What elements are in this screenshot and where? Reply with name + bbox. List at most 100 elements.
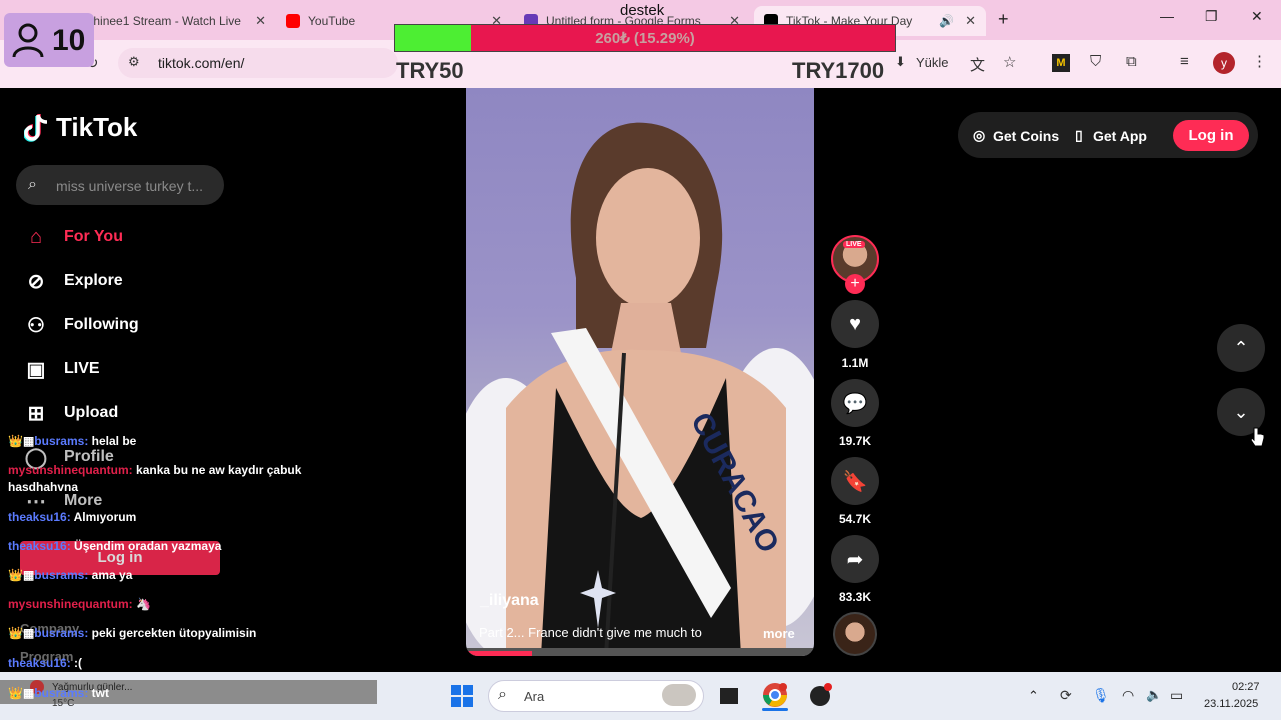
site-info-icon[interactable]: ⚙	[128, 54, 140, 70]
goal-max-label: TRY1700	[792, 58, 885, 83]
new-tab-button[interactable]: +	[998, 9, 1009, 30]
media-queue-icon[interactable]: ≡	[1180, 53, 1189, 70]
chat-text: Almıyorum	[70, 510, 137, 524]
chat-username: busrams:	[34, 626, 89, 640]
bookmark-icon: 🔖	[842, 470, 868, 493]
translate-icon[interactable]: 文	[970, 54, 985, 75]
chevron-up-icon: ⌃	[1233, 337, 1249, 358]
chat-text: twt	[88, 686, 109, 700]
comment-button[interactable]: 💬	[831, 379, 879, 427]
badge-icon: ▦	[22, 626, 35, 640]
taskbar-time[interactable]: 02:27	[1232, 681, 1260, 693]
chat-message: mysunshinequantum: 🦄	[8, 596, 151, 613]
maximize-button[interactable]: ❐	[1205, 8, 1218, 25]
puzzle-extensions-icon[interactable]: ⧉	[1126, 53, 1137, 70]
volume-icon[interactable]: 🔈	[1146, 687, 1162, 703]
live-badge: LIVE	[843, 241, 865, 248]
close-tab-icon[interactable]: ✕	[965, 13, 976, 29]
search-highlight-icon	[662, 684, 696, 706]
tiktok-logo-text: TikTok	[56, 112, 138, 142]
badge-icon: ▦	[22, 686, 35, 700]
save-button[interactable]: 🔖	[831, 457, 879, 505]
chat-text: :(	[70, 656, 83, 670]
tray-overflow-icon[interactable]: ⌃	[1028, 688, 1039, 704]
nav-label: Explore	[64, 272, 123, 289]
search-icon: ⌕	[28, 176, 37, 193]
get-coins-button[interactable]: Get Coins	[993, 128, 1059, 144]
mouse-cursor-icon	[1250, 427, 1265, 447]
chat-username: theaksu16:	[8, 656, 71, 670]
comment-count: 19.7K	[838, 434, 872, 448]
nav-label: Upload	[64, 404, 119, 421]
video-author[interactable]: _iliyana	[480, 592, 539, 610]
music-disc-avatar[interactable]	[833, 612, 877, 656]
menu-kebab-icon[interactable]: ⋮	[1252, 52, 1267, 70]
extension-m-icon[interactable]: M	[1052, 54, 1070, 72]
chevron-down-icon: ⌄	[1233, 401, 1249, 422]
chat-message: theaksu16: :(	[8, 655, 82, 672]
close-tab-icon[interactable]: ✕	[255, 13, 266, 29]
nav-label: For You	[64, 228, 123, 245]
tiktok-logo[interactable]: TikTok	[24, 112, 137, 143]
nav-label: LIVE	[64, 360, 100, 377]
app-taskbar-icon[interactable]	[808, 682, 834, 708]
share-arrow-icon: ➦	[846, 548, 864, 571]
chat-username: busrams:	[34, 434, 89, 448]
nav-live[interactable]: ▣ LIVE	[22, 354, 100, 384]
follow-plus-button[interactable]: +	[845, 274, 865, 294]
install-icon[interactable]: ⬇	[895, 54, 906, 70]
chat-username: mysunshinequantum:	[8, 463, 133, 477]
chat-message: 👑▦busrams: ama ya	[8, 567, 132, 584]
minimize-button[interactable]: —	[1160, 8, 1174, 24]
nav-explore[interactable]: ⊘ Explore	[22, 266, 123, 296]
goal-min-label: TRY50	[396, 58, 464, 83]
goal-progress-text: 260₺ (15.29%)	[595, 30, 695, 47]
caption-more-link[interactable]: more	[763, 626, 795, 641]
share-button[interactable]: ➦	[831, 535, 879, 583]
like-button[interactable]: ♥	[831, 300, 879, 348]
coin-icon: ◎	[973, 127, 986, 143]
tab-title: YouTube	[308, 14, 356, 28]
active-app-indicator	[762, 708, 788, 711]
chat-text: 🦄	[132, 597, 151, 611]
file-explorer-icon[interactable]	[720, 688, 738, 704]
speaker-icon[interactable]: 🔊	[939, 14, 954, 28]
chat-username: theaksu16:	[8, 510, 71, 524]
get-app-button[interactable]: Get App	[1093, 128, 1147, 144]
shield-extension-icon[interactable]: ⛉	[1090, 53, 1101, 70]
chrome-taskbar-icon[interactable]	[762, 682, 788, 708]
bookmark-star-icon[interactable]: ☆	[1003, 53, 1016, 71]
compass-icon: ⊘	[27, 270, 45, 293]
person-icon: ⚇	[27, 314, 45, 337]
nav-following[interactable]: ⚇ Following	[22, 310, 139, 340]
phone-icon: ▯	[1075, 127, 1083, 143]
sync-icon[interactable]: ⟳	[1060, 687, 1072, 704]
search-icon: ⌕	[498, 686, 507, 703]
microphone-icon[interactable]: 🎙	[1092, 687, 1110, 704]
video-progress-bar[interactable]	[466, 651, 532, 656]
chat-username: mysunshinequantum:	[8, 597, 133, 611]
chat-username: busrams:	[34, 686, 89, 700]
chat-text: helal be	[88, 434, 137, 448]
url-text[interactable]: tiktok.com/en/	[158, 55, 244, 71]
close-window-button[interactable]: ✕	[1251, 8, 1263, 25]
heart-icon: ♥	[849, 312, 861, 335]
login-button[interactable]: Log in	[1173, 120, 1249, 151]
person-icon	[12, 23, 44, 58]
battery-icon[interactable]: ▭	[1170, 687, 1183, 704]
video-player[interactable]: CURACAO	[466, 88, 814, 656]
chat-message: theaksu16: Almıyorum	[8, 509, 136, 526]
previous-video-button[interactable]: ⌃	[1217, 324, 1265, 372]
wifi-icon[interactable]: ◠	[1122, 687, 1134, 704]
profile-avatar[interactable]: y	[1213, 52, 1235, 74]
taskbar-date[interactable]: 23.11.2025	[1204, 698, 1258, 710]
save-count: 54.7K	[838, 512, 872, 526]
nav-upload[interactable]: ⊞ Upload	[22, 398, 119, 428]
nav-label: Following	[64, 316, 139, 333]
chat-message: 👑▦busrams: twt	[8, 685, 109, 702]
install-button[interactable]: Yükle	[916, 55, 949, 70]
windows-start-icon[interactable]	[450, 684, 474, 708]
live-tv-icon: ▣	[26, 358, 46, 381]
badge-icon: ▦	[22, 568, 35, 582]
nav-for-you[interactable]: ⌂ For You	[22, 222, 123, 252]
